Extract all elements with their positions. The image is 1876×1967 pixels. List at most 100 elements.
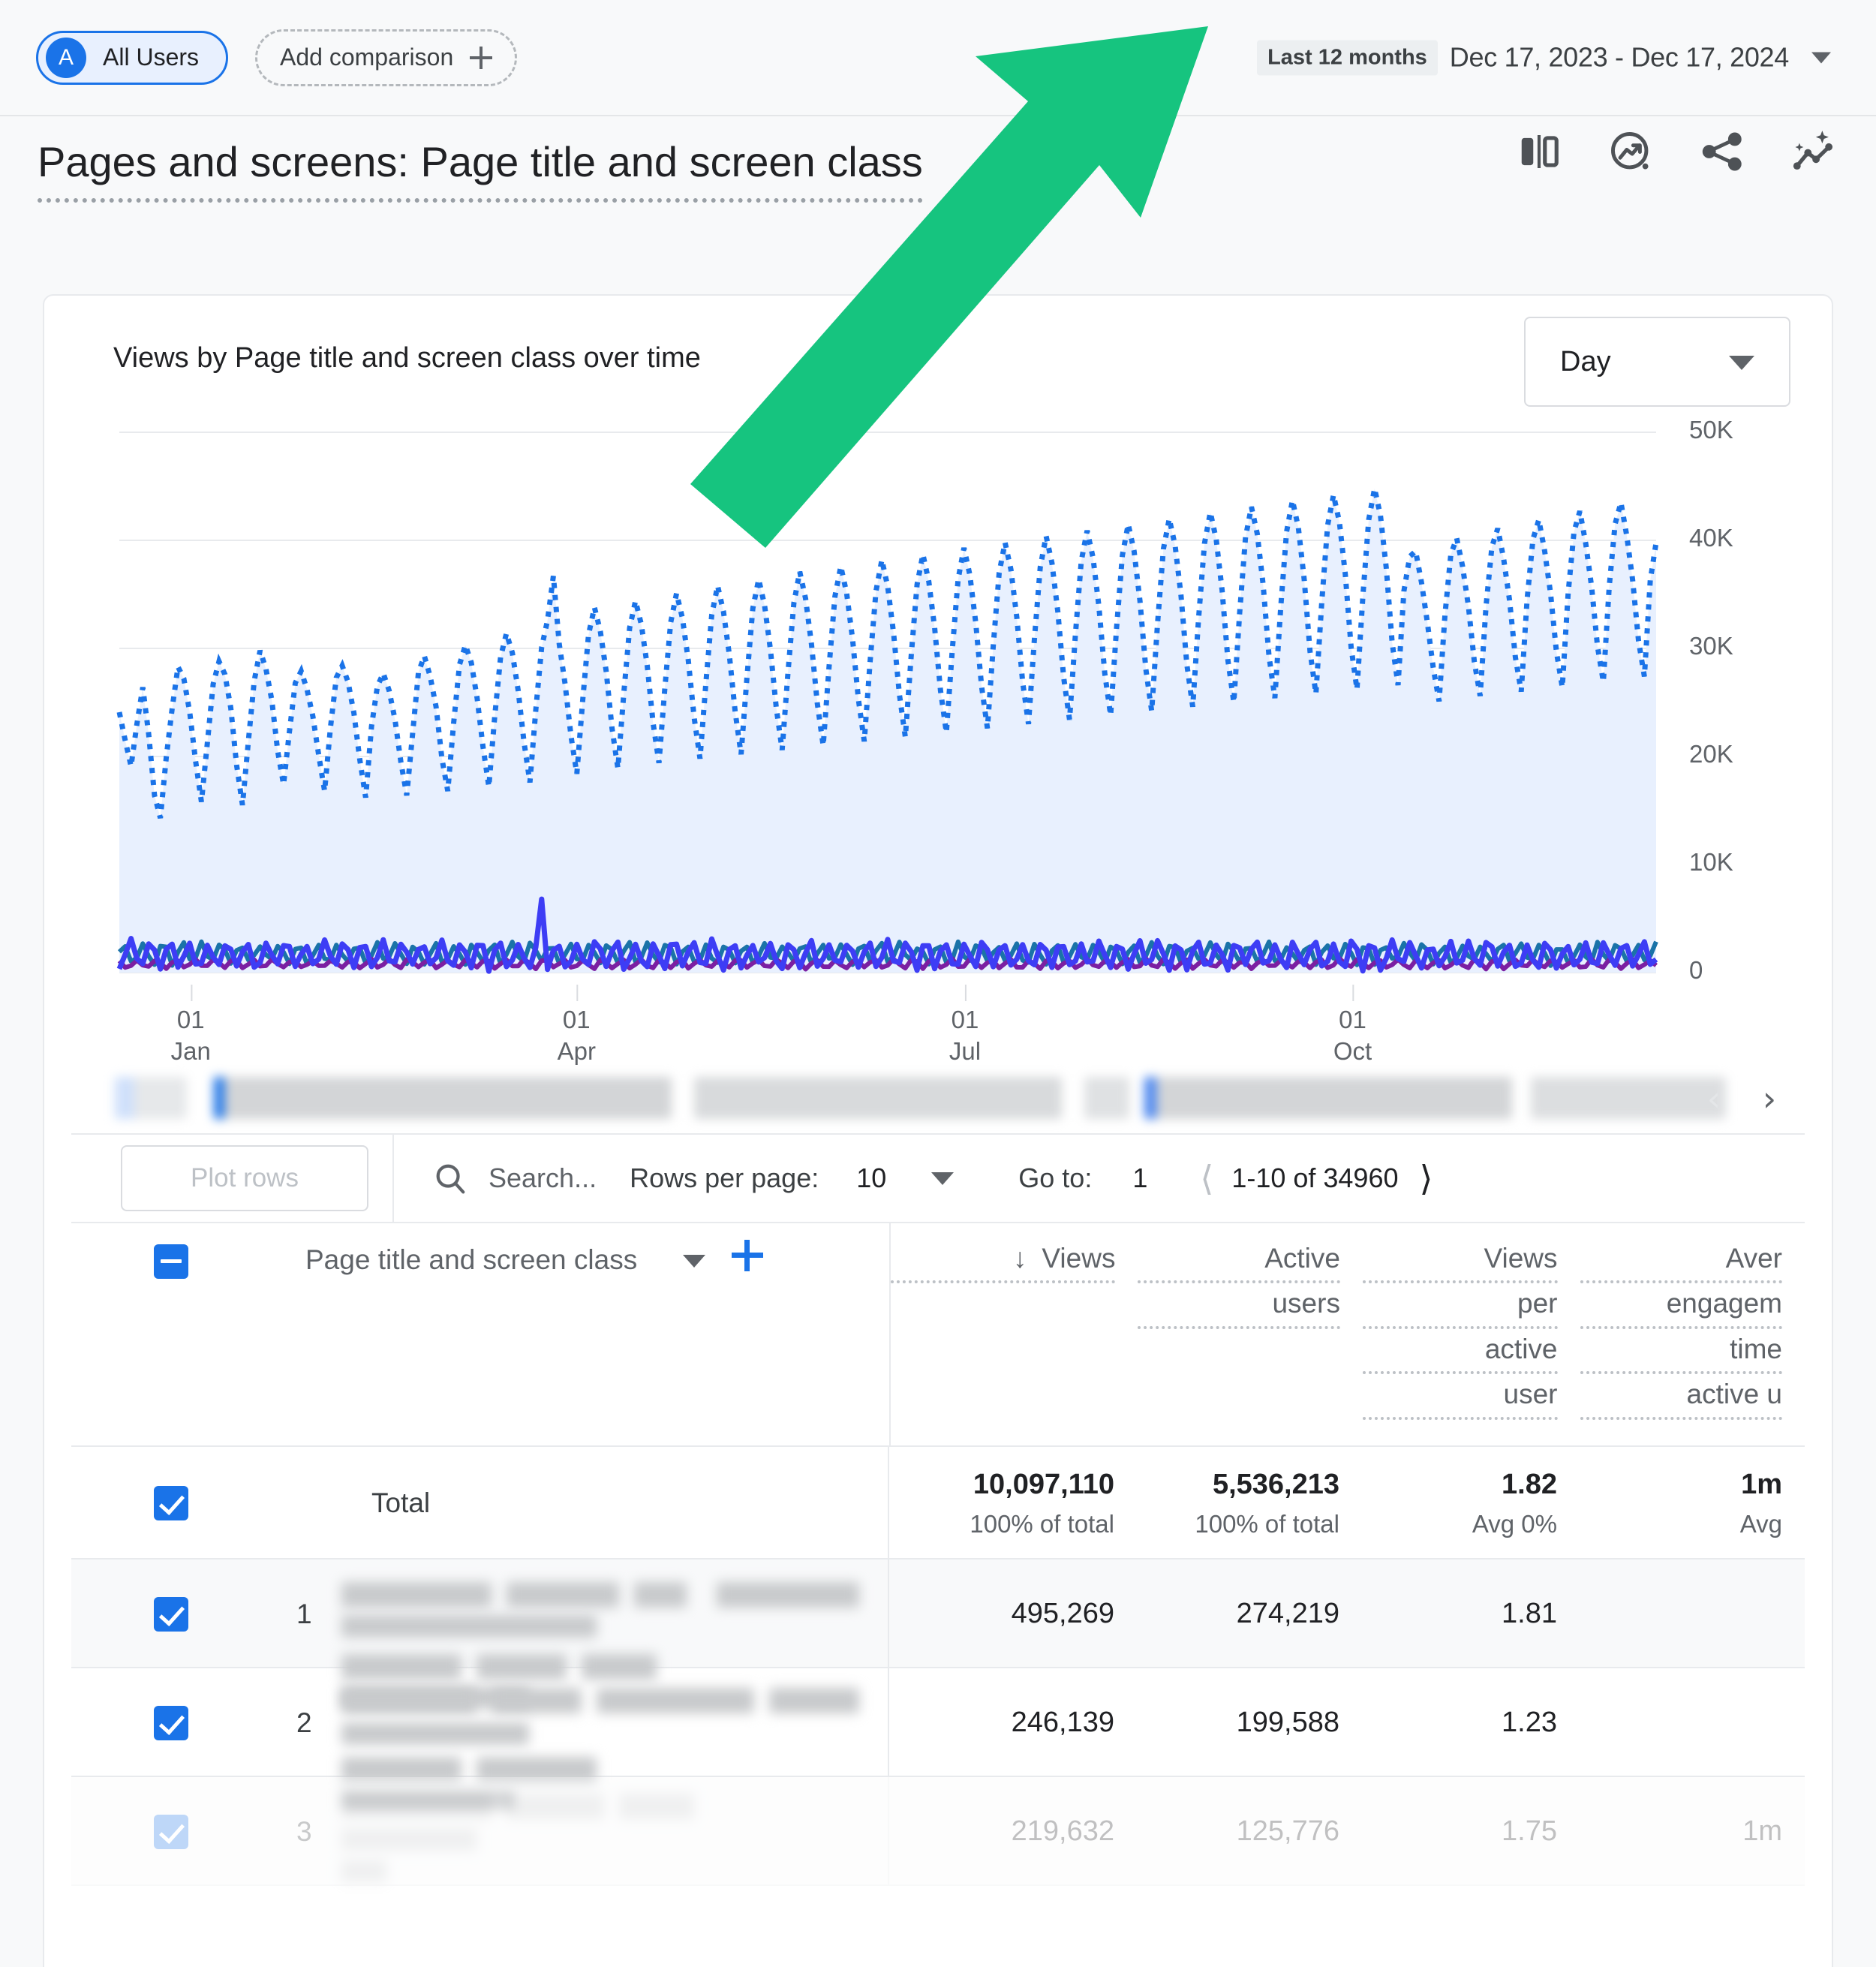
total-metric-cell: 5,536,213 100% of total [1137,1447,1362,1559]
redacted-page-title [507,1794,604,1819]
add-dimension-plus-icon[interactable] [732,1240,763,1271]
legend-item-redacted[interactable] [1144,1077,1512,1119]
chevron-down-icon [1729,356,1754,370]
metric-cell [1580,1668,1805,1777]
metric-value: 1m [1742,1815,1782,1847]
redacted-page-title [341,1860,386,1882]
table-header-row: Page title and screen class ↓ Views Active… [71,1222,1805,1447]
metric-header-cell[interactable]: Active users [1138,1223,1363,1445]
granularity-select[interactable]: Day [1524,317,1790,407]
metric-value: 219,632 [1011,1815,1114,1847]
page-action-icons [1516,128,1837,175]
plot-rows-button[interactable]: Plot rows [121,1145,368,1211]
table-row[interactable]: 3 219,632 125,776 1.75 1m [71,1777,1805,1886]
total-metric-cell: 1m Avg [1580,1447,1805,1559]
chart-title: Views by Page title and screen class ove… [113,342,701,374]
granularity-label: Day [1560,345,1611,377]
row-checkbox[interactable] [154,1596,188,1632]
dimension-cell: 3 [71,1777,888,1886]
metric-subvalue: 100% of total [970,1509,1114,1538]
x-axis: 01 Jan 01 Apr 01 Jul 01 Oct [44,979,1835,1076]
dimension-chevron-down-icon[interactable] [683,1255,705,1268]
metric-header-word: engagem [1580,1288,1783,1329]
plus-icon [470,46,493,69]
insights-icon[interactable] [1607,128,1654,175]
x-axis-tick: 01 Jan [171,984,211,1067]
metric-headers: ↓ Views Active users Views per active user Aver e… [889,1223,1805,1445]
date-range-text: Dec 17, 2023 - Dec 17, 2024 [1449,41,1790,73]
data-table: Page title and screen class ↓ Views Active… [71,1222,1805,1886]
select-all-checkbox[interactable] [154,1244,188,1279]
metric-cell: 1.81 [1362,1559,1580,1668]
metric-value: 1.75 [1502,1815,1557,1847]
metric-header-word: time [1580,1334,1783,1375]
legend-item-redacted[interactable] [115,1077,187,1119]
metric-value: 199,588 [1236,1707,1339,1738]
metric-value: 5,536,213 [1212,1468,1339,1500]
legend-item-redacted[interactable] [694,1077,1062,1119]
total-label: Total [371,1487,431,1518]
row-checkbox[interactable] [154,1814,188,1849]
search-input[interactable]: Search... [433,1161,597,1196]
goto-label: Go to: [1018,1162,1093,1193]
metric-cell: 1m [1580,1777,1805,1886]
metric-cell: 199,588 [1137,1668,1362,1777]
goto-page-input[interactable]: 1 [1132,1162,1147,1194]
chart-plot-area [116,432,1659,974]
table-row[interactable]: 2 246,139 199,588 1.23 [71,1668,1805,1809]
segment-label: All Users [103,44,200,71]
metric-header-cell[interactable]: ↓ Views [891,1223,1138,1445]
redacted-page-title [717,1582,859,1608]
metric-cells: 219,632 125,776 1.75 1m [888,1777,1805,1886]
compare-view-icon[interactable] [1516,128,1562,175]
chart-legend-strip: ‹ › [71,1072,1805,1125]
redacted-page-title [341,1582,492,1608]
x-axis-tick: 01 Jul [949,984,981,1067]
rows-per-page-chevron-down-icon[interactable] [931,1171,955,1185]
redacted-page-title [597,1688,754,1713]
rows-per-page-value[interactable]: 10 [856,1162,886,1194]
table-row-total[interactable]: Total 10,097,110 100% of total 5,536,213 10… [71,1447,1805,1559]
metric-value: 1.23 [1502,1707,1557,1738]
table-toolbar: Plot rows Search... Rows per page: 10 Go… [71,1133,1805,1223]
metric-cells: 495,269 274,219 1.81 [888,1559,1805,1668]
redacted-page-title [341,1794,492,1819]
legend-item-redacted[interactable] [214,1077,672,1119]
legend-next-icon[interactable]: › [1751,1078,1788,1119]
metric-subvalue: Avg 0% [1472,1509,1557,1538]
date-range-picker[interactable]: Last 12 months Dec 17, 2023 - Dec 17, 20… [1257,40,1831,75]
sort-descending-icon[interactable]: ↓ [1013,1243,1027,1274]
metric-cell: 274,219 [1137,1559,1362,1668]
dimension-cell: 2 [71,1668,888,1809]
row-checkbox[interactable] [154,1705,188,1740]
dimension-header-label: Page title and screen class [305,1244,638,1275]
prev-page-icon[interactable]: ⟨ [1200,1158,1213,1199]
legend-prev-icon[interactable]: ‹ [1695,1078,1733,1119]
metric-header-word: active [1362,1334,1558,1375]
add-comparison-button[interactable]: Add comparison [255,29,518,86]
y-axis-tick: 40K [1689,524,1733,552]
row-number: 1 [296,1598,312,1629]
analytics-page: A All Users Add comparison Last 12 month… [0,0,1876,1967]
table-row[interactable]: 1 495,269 274,219 1.81 [71,1559,1805,1708]
next-page-icon[interactable]: ⟩ [1420,1158,1433,1199]
all-users-segment-chip[interactable]: A All Users [36,30,229,85]
dimension-cell: 1 [71,1559,888,1708]
total-dimension-cell: Total [71,1447,888,1559]
page-title: Pages and screens: Page title and screen… [38,137,923,203]
legend-item-redacted[interactable] [1084,1077,1129,1119]
metric-header-cell[interactable]: Views per active user [1362,1223,1580,1445]
redacted-page-title [634,1582,687,1608]
ai-insights-icon[interactable] [1790,128,1837,175]
share-icon[interactable] [1699,128,1745,175]
metric-cell: 219,632 [889,1777,1137,1886]
metric-cell: 495,269 [889,1559,1137,1668]
y-axis-tick: 30K [1689,632,1733,660]
timeseries-chart[interactable]: 0 10K 20K 30K 40K 50K [44,416,1835,984]
metric-header-word: users [1138,1288,1340,1329]
redacted-page-title [769,1688,859,1713]
row-checkbox[interactable] [154,1486,188,1520]
plot-rows-label: Plot rows [191,1163,299,1193]
metric-header-cell[interactable]: Aver engagem time active u [1580,1223,1805,1445]
metric-header-word: Active [1138,1243,1340,1284]
